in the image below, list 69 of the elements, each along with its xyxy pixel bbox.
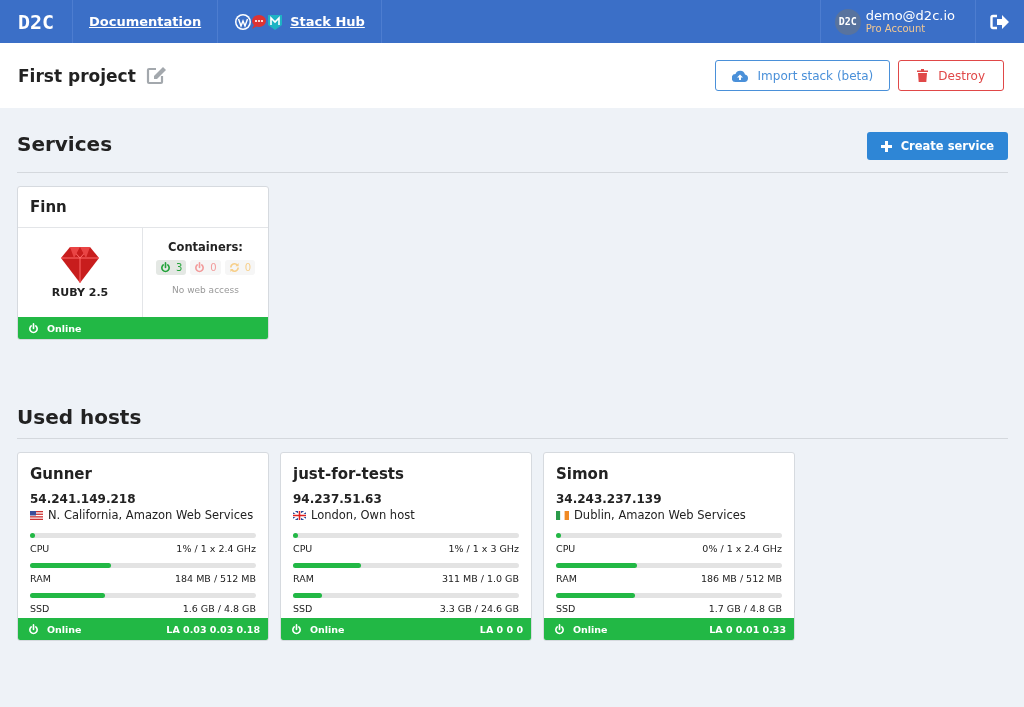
nav-link[interactable]: Documentation <box>89 14 202 29</box>
service-name: Finn <box>18 187 268 228</box>
host-ip: 34.243.237.139 <box>556 492 663 506</box>
host-card[interactable]: Simon 34.243.237.139 Dublin, Amazon Web Services CPU 0% / 1 x 2.4 GHz RAM 186 MB / 512 MB SSD 1.7 GB / 4.8 GB Online LA 0 0.01 0.33 <box>543 452 795 641</box>
runtime-label: RUBY 2.5 <box>51 286 109 299</box>
status-text: Online <box>47 623 82 635</box>
host-name: Gunner <box>30 465 93 483</box>
ruby-gem-icon <box>60 246 100 284</box>
power-icon <box>194 262 206 273</box>
host-location: Dublin, Amazon Web Services <box>574 508 746 522</box>
project-title: First project <box>18 65 136 86</box>
container-counter: 0 <box>224 260 256 275</box>
stack-logos-icon <box>234 12 285 31</box>
container-counter: 3 <box>155 260 187 275</box>
metric-value: 0% / 1 x 2.4 GHz <box>702 543 782 554</box>
refresh-icon <box>228 262 240 273</box>
metric-label: CPU <box>30 543 50 554</box>
create-service-button[interactable]: Create service <box>866 132 1008 160</box>
load-average: LA 0.03 0.03 0.18 <box>166 623 260 635</box>
metric-value: 3.3 GB / 24.6 GB <box>439 603 519 614</box>
import-button[interactable]: Import stack (beta) <box>714 60 891 91</box>
load-average: LA 0 0.01 0.33 <box>709 623 786 635</box>
destroy-button[interactable]: Destroy <box>898 60 1004 91</box>
metric-label: CPU <box>293 543 313 554</box>
power-icon <box>159 262 171 273</box>
metric-value: 1.7 GB / 4.8 GB <box>708 603 782 614</box>
metric-value: 1% / 1 x 2.4 GHz <box>176 543 256 554</box>
metric-value: 1% / 1 x 3 GHz <box>448 543 519 554</box>
metric-label: SSD <box>293 603 313 614</box>
metric-label: RAM <box>30 573 51 584</box>
metric-value: 186 MB / 512 MB <box>701 573 782 584</box>
metric-value: 184 MB / 512 MB <box>175 573 256 584</box>
host-ip: 94.237.51.63 <box>293 492 383 506</box>
host-ip: 54.241.149.218 <box>30 492 137 506</box>
load-average: LA 0 0 0 <box>479 623 523 635</box>
power-icon <box>291 623 302 635</box>
status-text: Online <box>573 623 608 635</box>
host-name: just-for-tests <box>293 465 405 483</box>
section-title: Used hosts <box>17 405 142 429</box>
containers-label: Containers: <box>168 240 243 254</box>
host-location: London, Own host <box>311 508 415 522</box>
metric-value: 311 MB / 1.0 GB <box>441 573 519 584</box>
container-counter: 0 <box>190 260 221 275</box>
trash-icon <box>917 69 929 82</box>
host-location: N. California, Amazon Web Services <box>48 508 254 522</box>
metric-label: SSD <box>556 603 576 614</box>
logout-icon[interactable] <box>990 13 1010 30</box>
host-name: Simon <box>556 465 610 483</box>
user-email[interactable]: demo@d2c.io <box>865 8 955 24</box>
power-icon <box>28 322 39 334</box>
power-icon <box>554 623 565 635</box>
user-avatar: D2C <box>834 8 861 35</box>
host-card[interactable]: just-for-tests 94.237.51.63 London, Own host CPU 1% / 1 x 3 GHz RAM 311 MB / 1.0 GB SSD 3.3 GB / 24.6 GB Online LA 0 0 0 <box>280 452 532 641</box>
metric-value: 1.6 GB / 4.8 GB <box>182 603 256 614</box>
account-plan: Pro Account <box>865 23 927 35</box>
status-text: Online <box>47 322 82 334</box>
web-access-note: No web access <box>172 285 239 295</box>
nav-link[interactable]: Stack Hub <box>290 14 365 29</box>
cloud-upload-icon <box>731 69 748 82</box>
metric-label: RAM <box>293 573 314 584</box>
section-title: Services <box>17 132 113 156</box>
metric-label: RAM <box>556 573 577 584</box>
host-card[interactable]: Gunner 54.241.149.218 N. California, Amazon Web Services CPU 1% / 1 x 2.4 GHz RAM 184 MB / 512 MB SSD 1.6 GB / 4.8 GB Online LA 0.03 0.03 0.18 <box>17 452 269 641</box>
power-icon <box>28 623 39 635</box>
plus-icon <box>880 140 892 152</box>
status-text: Online <box>310 623 345 635</box>
metric-label: CPU <box>556 543 576 554</box>
service-card[interactable]: Finn RUBY 2.5 Containers: 3 0 0 No web access Online <box>17 186 269 340</box>
metric-label: SSD <box>30 603 50 614</box>
